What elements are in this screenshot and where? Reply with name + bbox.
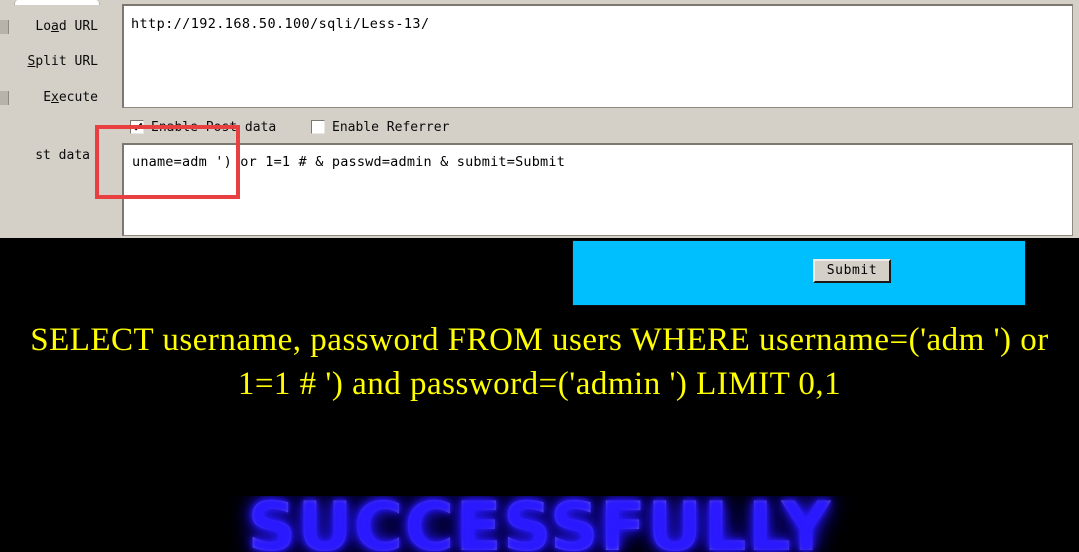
load-url-button[interactable]: Load URL [0, 16, 120, 38]
split-url-post: plit URL [35, 54, 98, 69]
post-data-input[interactable]: uname=adm ') or 1=1 # & passwd=admin & s… [122, 143, 1073, 236]
success-banner-text: SUCCESSFULLY [0, 496, 1079, 552]
load-url-pre: Lo [35, 19, 52, 34]
enable-referrer-label: Enable Referrer [332, 119, 450, 135]
screen-root: Load URL Split URL Execute st data http:… [0, 0, 1079, 552]
hackbar-options-row: Enable Post data Enable Referrer [122, 112, 1073, 140]
enable-referrer-checkbox[interactable]: Enable Referrer [311, 117, 449, 137]
hackbar-panel: Load URL Split URL Execute st data http:… [0, 0, 1079, 238]
url-input-value: http://192.168.50.100/sqli/Less-13/ [131, 16, 430, 32]
success-banner: SUCCESSFULLY SUCCESSFULLY [0, 496, 1079, 552]
login-form-panel: Submit [572, 240, 1026, 306]
annotation-rectangle [95, 125, 240, 199]
load-url-post: d URL [58, 19, 98, 34]
url-input[interactable]: http://192.168.50.100/sqli/Less-13/ [122, 4, 1073, 108]
split-url-button[interactable]: Split URL [0, 51, 120, 73]
sql-query-echo: SELECT username, password FROM users WHE… [30, 322, 1058, 402]
hackbar-command-column: Load URL Split URL Execute st data [0, 4, 120, 238]
checkbox-unchecked-icon [311, 120, 325, 134]
submit-button[interactable]: Submit [813, 259, 891, 283]
execute-accel: x [51, 90, 59, 105]
execute-button[interactable]: Execute [0, 87, 120, 109]
execute-pre: E [43, 90, 52, 105]
load-url-accel: a [51, 19, 59, 34]
browser-page-body: Submit SELECT username, password FROM us… [0, 238, 1079, 552]
hackbar-left-strip [112, 4, 120, 238]
execute-post: ecute [58, 90, 98, 105]
